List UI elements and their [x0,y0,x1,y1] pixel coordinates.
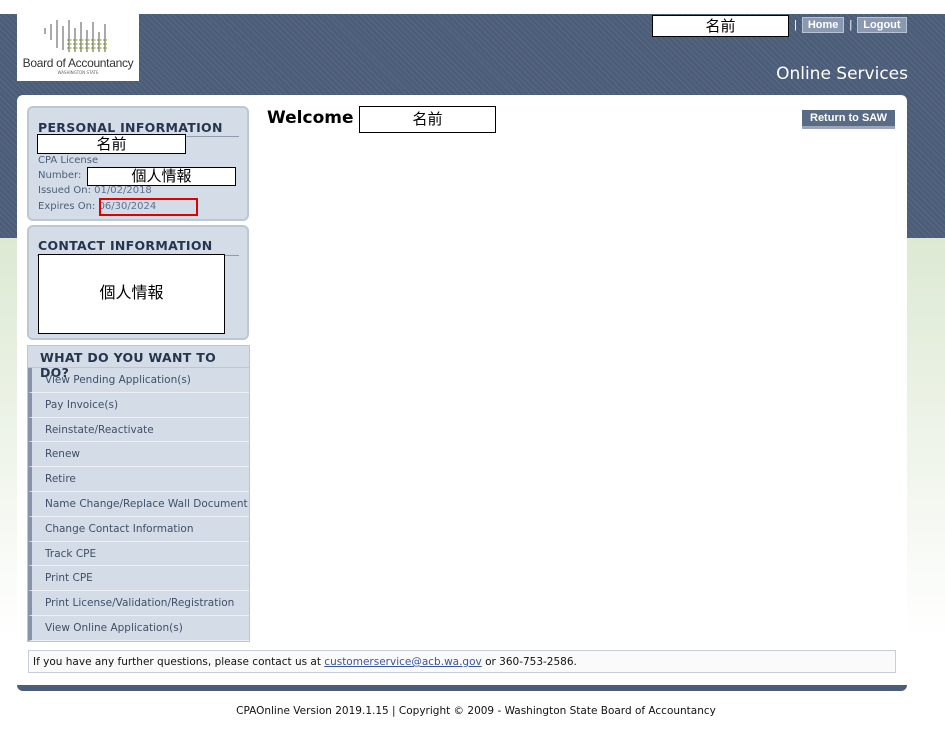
return-to-saw-button[interactable]: Return to SAW [802,110,895,129]
nav-separator: | [794,19,797,31]
contact-information-panel: CONTACT INFORMATION 個人情報 [27,225,249,340]
nav-separator: | [849,19,853,31]
what-do-you-want-to-do-menu: WHAT DO YOU WANT TO DO? View Pending App… [27,345,250,642]
top-nav: | Home | Logout [789,16,907,34]
expires-highlight-box [99,198,198,216]
home-button[interactable]: Home [801,17,845,33]
menu-item-track-cpe[interactable]: Track CPE [28,541,249,567]
footnote-suffix: or 360-753-2586. [481,656,577,668]
welcome-heading: Welcome [267,108,354,128]
menu-item-change-contact-information[interactable]: Change Contact Information [28,516,249,542]
personal-information-heading: PERSONAL INFORMATION [38,120,223,135]
license-number-redacted: 個人情報 [87,167,236,186]
user-name-redacted: 名前 [652,15,789,37]
copyright-footer: CPAOnline Version 2019.1.15 | Copyright … [236,705,716,717]
page-top-strip [0,0,945,14]
menu-item-name-change[interactable]: Name Change/Replace Wall Document [28,491,249,517]
issued-label: Issued On: [38,185,91,196]
menu-item-print-cpe[interactable]: Print CPE [28,566,249,592]
menu-item-retire[interactable]: Retire [28,467,249,492]
license-number-label: Number: [38,170,82,181]
support-email-link[interactable]: customerservice@acb.wa.gov [324,656,481,668]
logo-graphic-icon [44,20,107,52]
contact-footnote: If you have any further questions, pleas… [28,650,896,673]
menu-item-print-license[interactable]: Print License/Validation/Registration [28,591,249,616]
logo-subtext: WASHINGTON STATE [57,70,99,75]
menu-heading: WHAT DO YOU WANT TO DO? [28,346,249,380]
license-label: CPA License [38,155,99,166]
contact-information-heading: CONTACT INFORMATION [38,238,213,253]
board-of-accountancy-logo[interactable]: Board of Accountancy WASHINGTON STATE [17,14,139,81]
page-section-title: Online Services [776,64,908,84]
personal-name-redacted: 名前 [37,134,186,154]
menu-item-pay-invoices[interactable]: Pay Invoice(s) [28,392,249,418]
issued-value: 01/02/2018 [94,185,152,196]
personal-information-panel: PERSONAL INFORMATION 名前 CPA License Numb… [27,106,249,221]
menu-item-view-pending-applications[interactable]: View Pending Application(s) [28,368,249,393]
menu-item-reinstate-reactivate[interactable]: Reinstate/Reactivate [28,417,249,443]
issued-row: Issued On: 01/02/2018 [38,185,152,196]
menu-item-renew[interactable]: Renew [28,442,249,468]
expires-label: Expires On: [38,201,96,212]
menu-item-view-online-applications[interactable]: View Online Application(s) [28,615,249,641]
main-container: PERSONAL INFORMATION 名前 CPA License Numb… [17,95,907,691]
contact-details-redacted: 個人情報 [38,254,225,334]
footnote-prefix: If you have any further questions, pleas… [33,656,325,668]
logout-button[interactable]: Logout [857,17,907,33]
logo-text: Board of Accountancy [22,56,134,70]
welcome-name-redacted: 名前 [359,106,496,133]
